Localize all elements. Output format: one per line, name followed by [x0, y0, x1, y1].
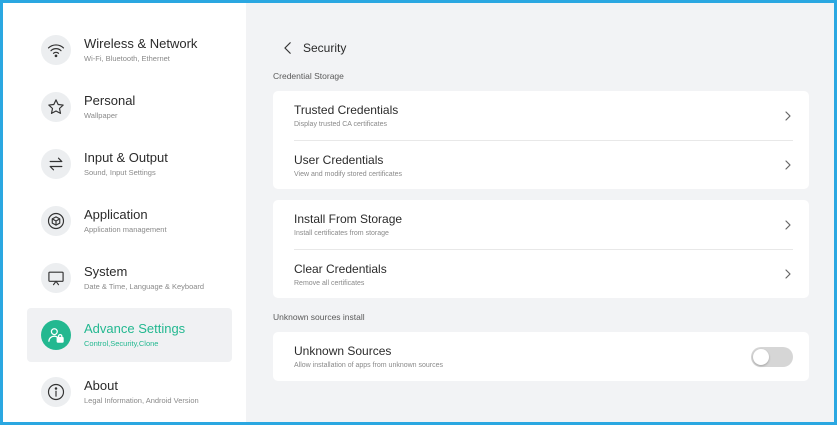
row-subtitle: View and modify stored certificates: [294, 170, 403, 178]
page-title: Security: [303, 41, 347, 55]
credential-card-2: Install From Storage Install certificate…: [273, 200, 809, 298]
row-subtitle: Install certificates from storage: [294, 230, 389, 237]
sidebar-item-title: Advance Settings: [84, 321, 186, 336]
swap-arrows-icon: [41, 149, 71, 179]
toggle-knob: [753, 348, 769, 365]
star-icon: [41, 92, 71, 122]
install-from-storage-row[interactable]: Install From Storage Install certificate…: [294, 200, 793, 249]
main-content: Security Credential Storage Trusted Cred…: [246, 3, 834, 422]
user-credentials-row[interactable]: User Credentials View and modify stored …: [294, 140, 793, 189]
settings-window: Wireless & Network Wi-Fi, Bluetooth, Eth…: [0, 0, 837, 425]
sidebar-item-input-output[interactable]: Input & Output Sound, Input Settings: [27, 137, 232, 191]
sidebar-item-wireless-network[interactable]: Wireless & Network Wi-Fi, Bluetooth, Eth…: [27, 23, 232, 77]
row-subtitle: Remove all certificates: [294, 279, 365, 287]
sidebar-item-application[interactable]: Application Application management: [27, 194, 232, 248]
sidebar-item-advance-settings[interactable]: Advance Settings Control,Security,Clone: [27, 308, 232, 362]
sidebar-item-subtitle: Wallpaper: [84, 111, 118, 120]
row-title: User Credentials: [294, 152, 384, 167]
sidebar-item-title: Wireless & Network: [84, 36, 198, 51]
row-title: Install From Storage: [294, 212, 403, 226]
sidebar-item-title: About: [84, 378, 118, 393]
page-header: Security: [281, 37, 809, 59]
section-label-credential-storage: Credential Storage: [273, 71, 344, 81]
sidebar-item-title: System: [84, 264, 128, 279]
sidebar-item-title: Application: [84, 207, 148, 222]
row-subtitle: Display trusted CA certificates: [294, 121, 387, 128]
chevron-right-icon: [785, 160, 791, 170]
unknown-sources-toggle[interactable]: [751, 346, 793, 367]
sidebar-item-subtitle: Wi-Fi, Bluetooth, Ethernet: [84, 54, 170, 63]
unknown-sources-card: Unknown Sources Allow installation of ap…: [273, 332, 809, 381]
sidebar: Wireless & Network Wi-Fi, Bluetooth, Eth…: [3, 3, 246, 422]
unknown-sources-row[interactable]: Unknown Sources Allow installation of ap…: [294, 332, 793, 381]
clear-credentials-row[interactable]: Clear Credentials Remove all certificate…: [294, 249, 793, 298]
trusted-credentials-row[interactable]: Trusted Credentials Display trusted CA c…: [294, 91, 793, 140]
chevron-right-icon: [785, 219, 791, 230]
row-title: Clear Credentials: [294, 261, 387, 276]
sidebar-item-subtitle: Sound, Input Settings: [84, 168, 156, 177]
row-title: Trusted Credentials: [294, 103, 399, 117]
sidebar-item-subtitle: Date & Time, Language & Keyboard: [84, 282, 205, 291]
sidebar-item-title: Input & Output: [84, 150, 168, 165]
row-subtitle: Allow installation of apps from unknown …: [294, 362, 444, 369]
row-title: Unknown Sources: [294, 344, 392, 358]
credential-card-1: Trusted Credentials Display trusted CA c…: [273, 91, 809, 189]
sidebar-item-system[interactable]: System Date & Time, Language & Keyboard: [27, 251, 232, 305]
chevron-left-icon[interactable]: [281, 41, 295, 55]
chevron-right-icon: [785, 110, 791, 121]
section-label-unknown-sources: Unknown sources install: [273, 312, 365, 322]
chevron-right-icon: [785, 269, 791, 279]
sidebar-item-subtitle: Control,Security,Clone: [84, 339, 159, 348]
sidebar-item-about[interactable]: About Legal Information, Android Version: [27, 365, 232, 419]
user-lock-icon: [41, 320, 71, 350]
monitor-icon: [41, 263, 71, 293]
info-icon: [41, 377, 71, 407]
sidebar-item-title: Personal: [84, 93, 136, 108]
sidebar-item-subtitle: Application management: [84, 225, 167, 234]
wifi-icon: [41, 35, 71, 65]
sidebar-item-subtitle: Legal Information, Android Version: [84, 396, 199, 405]
cube-icon: [41, 206, 71, 236]
sidebar-item-personal[interactable]: Personal Wallpaper: [27, 80, 232, 134]
